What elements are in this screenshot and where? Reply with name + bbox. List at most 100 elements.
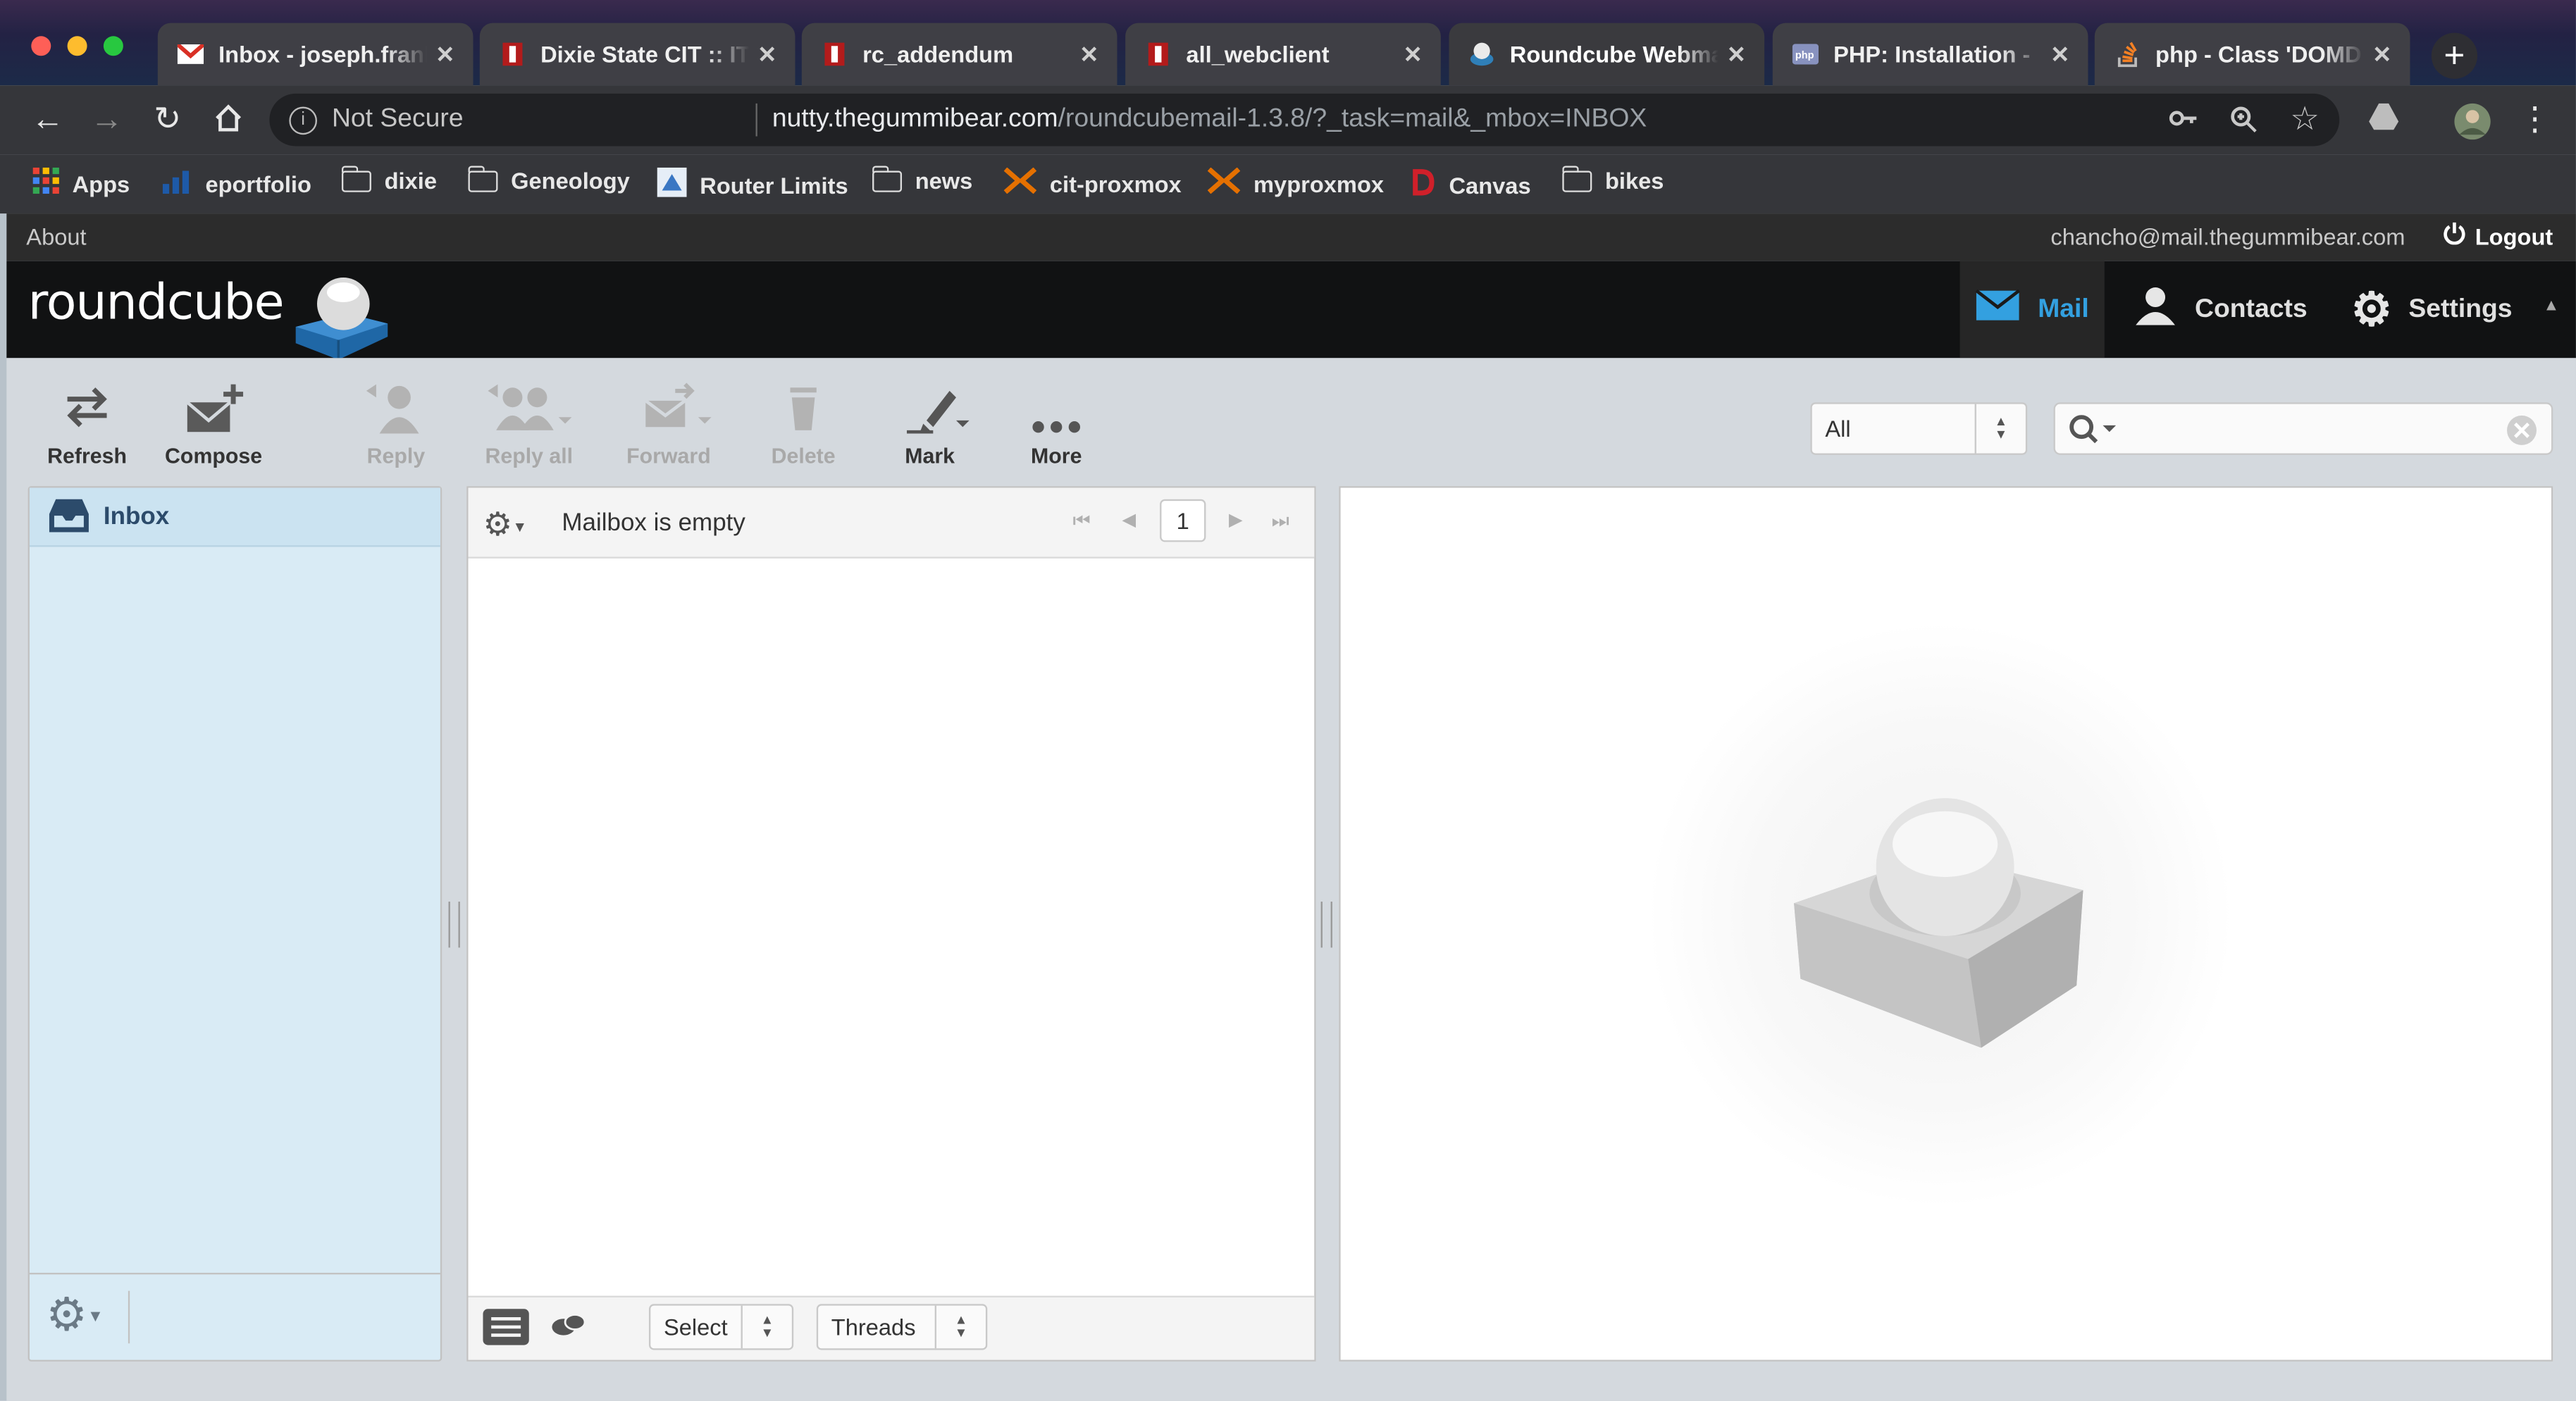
browser-tab[interactable]: php PHP: Installation - ✕ <box>1772 23 2088 86</box>
profile-avatar[interactable] <box>2453 102 2491 140</box>
about-link[interactable]: About <box>26 223 86 249</box>
search-box[interactable] <box>2053 402 2553 455</box>
first-page-icon[interactable]: ⏮ <box>1073 509 1091 534</box>
zoom-window-button[interactable] <box>103 36 123 56</box>
url-path: /roundcubemail-1.3.8/?_task=mail&_mbox=I… <box>1058 105 1647 133</box>
more-button[interactable]: More <box>999 381 1114 468</box>
new-tab-button[interactable]: + <box>2431 32 2478 79</box>
roundcube-logo-icon <box>289 268 394 368</box>
nav-mail[interactable]: Mail <box>1959 261 2105 359</box>
key-icon[interactable] <box>2169 105 2198 139</box>
nav-settings[interactable]: ⚙ Settings <box>2351 261 2513 359</box>
bookmark-dixie[interactable]: dixie <box>340 165 437 194</box>
forward-button[interactable]: Forward <box>611 381 726 468</box>
list-pane-splitter[interactable] <box>1320 902 1332 948</box>
select-messages-dropdown[interactable]: Select ▲ ▼ <box>648 1304 794 1350</box>
bookmark-label: news <box>915 167 973 194</box>
bookmark-bikes[interactable]: bikes <box>1561 165 1664 194</box>
search-input[interactable] <box>2124 410 2493 450</box>
close-tab-icon[interactable]: ✕ <box>1071 40 1107 68</box>
apps-grid-icon <box>32 167 59 199</box>
folder-actions-gear-icon[interactable]: ⚙▼ <box>46 1290 130 1344</box>
select-stepper-icon: ▲ ▼ <box>934 1305 986 1349</box>
close-tab-icon[interactable]: ✕ <box>427 40 463 68</box>
close-window-button[interactable] <box>31 36 51 56</box>
bookmark-label: Geneology <box>511 167 630 194</box>
bookmark-label: eportfolio <box>205 170 311 197</box>
bookmark-news[interactable]: news <box>871 165 973 194</box>
forward-label: Forward <box>626 443 711 468</box>
browser-tab[interactable]: Dixie State CIT :: IT ✕ <box>479 23 795 86</box>
tab-title: rc_addendum <box>862 41 1014 68</box>
php-icon: php <box>1792 41 1819 67</box>
more-label: More <box>1031 443 1082 468</box>
tab-title: PHP: Installation - <box>1833 41 2031 68</box>
close-tab-icon[interactable]: ✕ <box>2364 40 2400 68</box>
list-options-gear-icon[interactable]: ⚙▼ <box>483 504 527 545</box>
thread-view-icon[interactable] <box>550 1312 586 1350</box>
bookmark-geneology[interactable]: Geneology <box>467 165 630 194</box>
info-icon[interactable]: i <box>289 106 317 135</box>
forward-icon <box>611 381 726 437</box>
reply-button[interactable]: Reply <box>338 381 453 468</box>
last-page-icon[interactable]: ⏭ <box>1272 509 1289 534</box>
zoom-icon[interactable] <box>2229 105 2259 143</box>
collapse-header-icon[interactable]: ▲ <box>2543 297 2559 316</box>
url-text[interactable]: nutty.thegummibear.com/roundcubemail-1.3… <box>772 105 1647 135</box>
browser-tab[interactable]: php - Class 'DOMD ✕ <box>2094 23 2410 86</box>
forward-icon[interactable]: → <box>89 102 125 138</box>
folder-pane-splitter[interactable] <box>448 902 460 948</box>
search-reset-icon[interactable] <box>2506 414 2539 452</box>
folder-pane-footer: ⚙▼ <box>29 1272 440 1360</box>
compose-button[interactable]: Compose <box>156 381 271 468</box>
reply-all-button[interactable]: Reply all <box>471 381 586 468</box>
bookmark-label: dixie <box>384 167 437 194</box>
nav-contacts[interactable]: Contacts <box>2136 261 2308 359</box>
home-icon[interactable] <box>210 102 246 138</box>
tab-title: Dixie State CIT :: IT <box>540 41 750 68</box>
mark-button[interactable]: Mark <box>872 381 987 468</box>
browser-tab[interactable]: all_webclient ✕ <box>1125 23 1441 86</box>
list-view-icon[interactable] <box>481 1307 531 1355</box>
roundcube-logo-text: roundcube <box>27 274 285 332</box>
message-list-footer: Select ▲ ▼ Threads ▲ ▼ <box>468 1295 1315 1360</box>
browser-tab[interactable]: rc_addendum ✕ <box>801 23 1117 86</box>
logout-button[interactable]: Logout <box>2442 222 2553 250</box>
delete-button[interactable]: Delete <box>746 381 861 468</box>
bookmark-myproxmox[interactable]: myproxmox <box>1207 167 1384 199</box>
roundcube-icon <box>1468 41 1494 67</box>
close-tab-icon[interactable]: ✕ <box>749 40 785 68</box>
back-icon[interactable]: ← <box>30 102 66 138</box>
router-limits-icon <box>657 167 687 202</box>
bookmark-star-icon[interactable]: ☆ <box>2290 99 2320 139</box>
bookmark-canvas[interactable]: Canvas <box>1410 168 1531 202</box>
bookmark-cit-proxmox[interactable]: cit-proxmox <box>1003 167 1182 199</box>
security-label: Not Secure <box>331 105 464 133</box>
close-tab-icon[interactable]: ✕ <box>1719 40 1754 68</box>
search-options-icon[interactable] <box>2068 414 2117 452</box>
browser-menu-icon[interactable]: ⋮ <box>2517 102 2553 138</box>
drive-extension-icon[interactable] <box>2366 102 2402 138</box>
next-page-icon[interactable]: ▶ <box>1229 509 1243 530</box>
page-number-input[interactable]: 1 <box>1160 499 1206 542</box>
threads-dropdown[interactable]: Threads ▲ ▼ <box>816 1304 988 1350</box>
browser-tab[interactable]: Inbox - joseph.franks ✕ <box>157 23 473 86</box>
browser-tab-active[interactable]: Roundcube Webmail ✕ <box>1449 23 1765 86</box>
filter-select[interactable]: All ▲ ▼ <box>1810 402 2028 455</box>
minimize-window-button[interactable] <box>67 36 87 56</box>
prev-page-icon[interactable]: ◀ <box>1122 509 1136 530</box>
inbox-icon <box>48 497 91 542</box>
folder-item-inbox[interactable]: Inbox <box>29 487 440 547</box>
bookmark-label: Canvas <box>1449 171 1531 198</box>
close-tab-icon[interactable]: ✕ <box>2042 40 2078 68</box>
bookmark-apps[interactable]: Apps <box>32 167 130 199</box>
browser-tab-strip: Inbox - joseph.franks ✕ Dixie State CIT … <box>0 0 2576 86</box>
folder-name-inbox: Inbox <box>103 502 170 531</box>
close-tab-icon[interactable]: ✕ <box>1395 40 1431 68</box>
bookmark-eportfolio[interactable]: eportfolio <box>162 168 311 199</box>
address-bar[interactable]: i Not Secure nutty.thegummibear.com/roun… <box>269 93 2340 147</box>
reload-icon[interactable]: ↻ <box>149 102 185 138</box>
bookmark-router-limits[interactable]: Router Limits <box>657 167 848 202</box>
more-dots-icon <box>999 381 1114 437</box>
refresh-button[interactable]: Refresh <box>30 381 144 468</box>
